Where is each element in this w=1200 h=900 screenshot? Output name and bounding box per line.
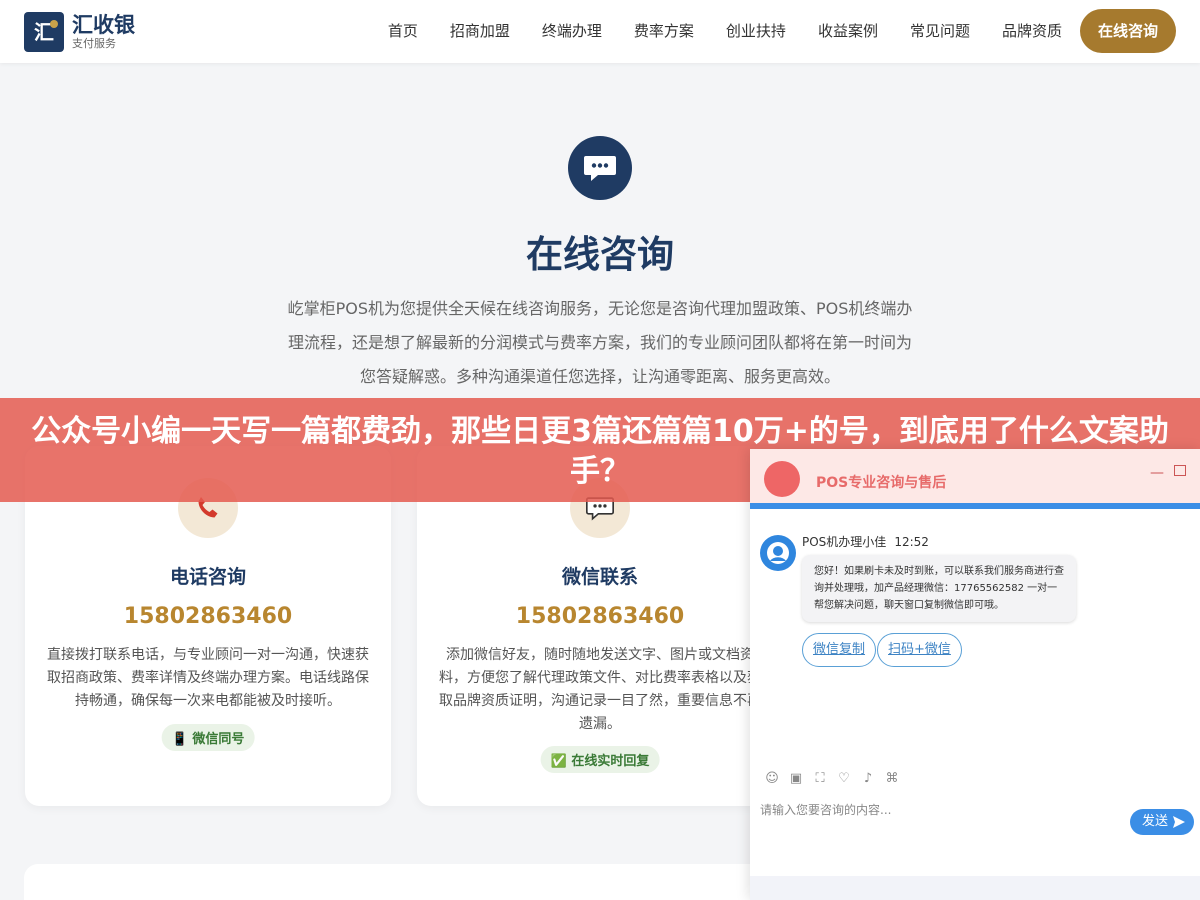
chat-footer [750, 876, 1200, 900]
phone-number[interactable]: 15802863460 [25, 604, 391, 629]
send-label: 发送 [1142, 814, 1169, 829]
card-title: 电话咨询 [169, 566, 246, 588]
chat-header: POS专业咨询与售后 — [750, 449, 1200, 509]
card-description: 直接拨打联系电话，与专业顾问一对一沟通，快速获取招商政策、费率详情及终端办理方案… [47, 647, 369, 709]
online-consult-button[interactable]: 在线咨询 [1079, 9, 1176, 53]
maximize-icon[interactable] [1174, 465, 1186, 476]
site-header: 汇 汇收银 支付服务 首页 招商加盟 终端办理 费率方案 创业扶持 收益案例 常… [0, 0, 1200, 63]
nav-item-brand[interactable]: 品牌资质 [1002, 9, 1062, 53]
nav-item-home[interactable]: 首页 [388, 9, 418, 53]
screenshot-icon[interactable]: ⛶ [808, 767, 832, 791]
copy-wechat-button[interactable]: 微信复制 [802, 633, 877, 667]
send-button[interactable]: 发送 [1130, 809, 1195, 835]
chat-bubble-icon [568, 136, 632, 200]
image-icon[interactable]: ▣ [784, 767, 808, 791]
online-reply-badge: ✅ 在线实时回复 [540, 746, 660, 773]
page-title: 在线咨询 [526, 233, 674, 276]
scan-wechat-button[interactable]: 扫码+微信 [877, 633, 962, 667]
agent-name: POS机办理小佳 [802, 535, 887, 549]
wechat-number[interactable]: 15802863460 [417, 604, 783, 629]
chat-toolbar: ☺ ▣ ⛶ ♡ ♪ ⌘ [760, 767, 904, 791]
logo-mark: 汇 [24, 12, 64, 52]
nav-item-franchise[interactable]: 招商加盟 [450, 9, 510, 53]
logo-name: 汇收银 [72, 13, 135, 37]
main-nav: 首页 招商加盟 终端办理 费率方案 创业扶持 收益案例 常见问题 品牌资质 在线… [388, 9, 1176, 53]
chat-widget: POS专业咨询与售后 — POS机办理小佳 12:52 您好！如果刷卡未及时到账，… [750, 449, 1200, 900]
card-title: 微信联系 [561, 566, 638, 588]
wechat-icon[interactable]: ⌘ [880, 767, 904, 791]
chat-message-input[interactable]: 请输入您要咨询的内容... [760, 801, 891, 818]
nav-item-cases[interactable]: 收益案例 [818, 9, 878, 53]
send-arrow-icon [1173, 816, 1186, 828]
logo-text: 汇收银 支付服务 [72, 13, 135, 51]
sound-icon[interactable]: ♪ [856, 767, 880, 791]
wechat-same-number-badge: 📱 微信同号 [161, 724, 255, 751]
evaluate-icon[interactable]: ♡ [832, 767, 856, 791]
message-time: 12:52 [894, 535, 929, 549]
agent-name-row: POS机办理小佳 12:52 [802, 533, 929, 550]
logo-subtitle: 支付服务 [72, 37, 116, 50]
nav-item-terminal[interactable]: 终端办理 [542, 9, 602, 53]
nav-item-startup-support[interactable]: 创业扶持 [726, 9, 786, 53]
logo-dot [50, 20, 58, 28]
card-description: 添加微信好友，随时随地发送文字、图片或文档资料，方便您了解代理政策文件、对比费率… [439, 647, 761, 732]
page-description: 屹掌柜POS机为您提供全天候在线咨询服务，无论您是咨询代理加盟政策、POS机终端… [287, 299, 913, 386]
nav-item-rates[interactable]: 费率方案 [634, 9, 694, 53]
nav-item-faq[interactable]: 常见问题 [910, 9, 970, 53]
support-avatar [764, 461, 800, 497]
emoji-icon[interactable]: ☺ [760, 767, 784, 791]
message-bubble: 您好！如果刷卡未及时到账，可以联系我们服务商进行查询并处理哦，加产品经理微信：1… [802, 555, 1076, 622]
chat-title: POS专业咨询与售后 [816, 475, 947, 491]
agent-avatar [760, 535, 796, 571]
logo[interactable]: 汇 汇收银 支付服务 [24, 12, 135, 52]
minimize-icon[interactable]: — [1150, 465, 1164, 481]
